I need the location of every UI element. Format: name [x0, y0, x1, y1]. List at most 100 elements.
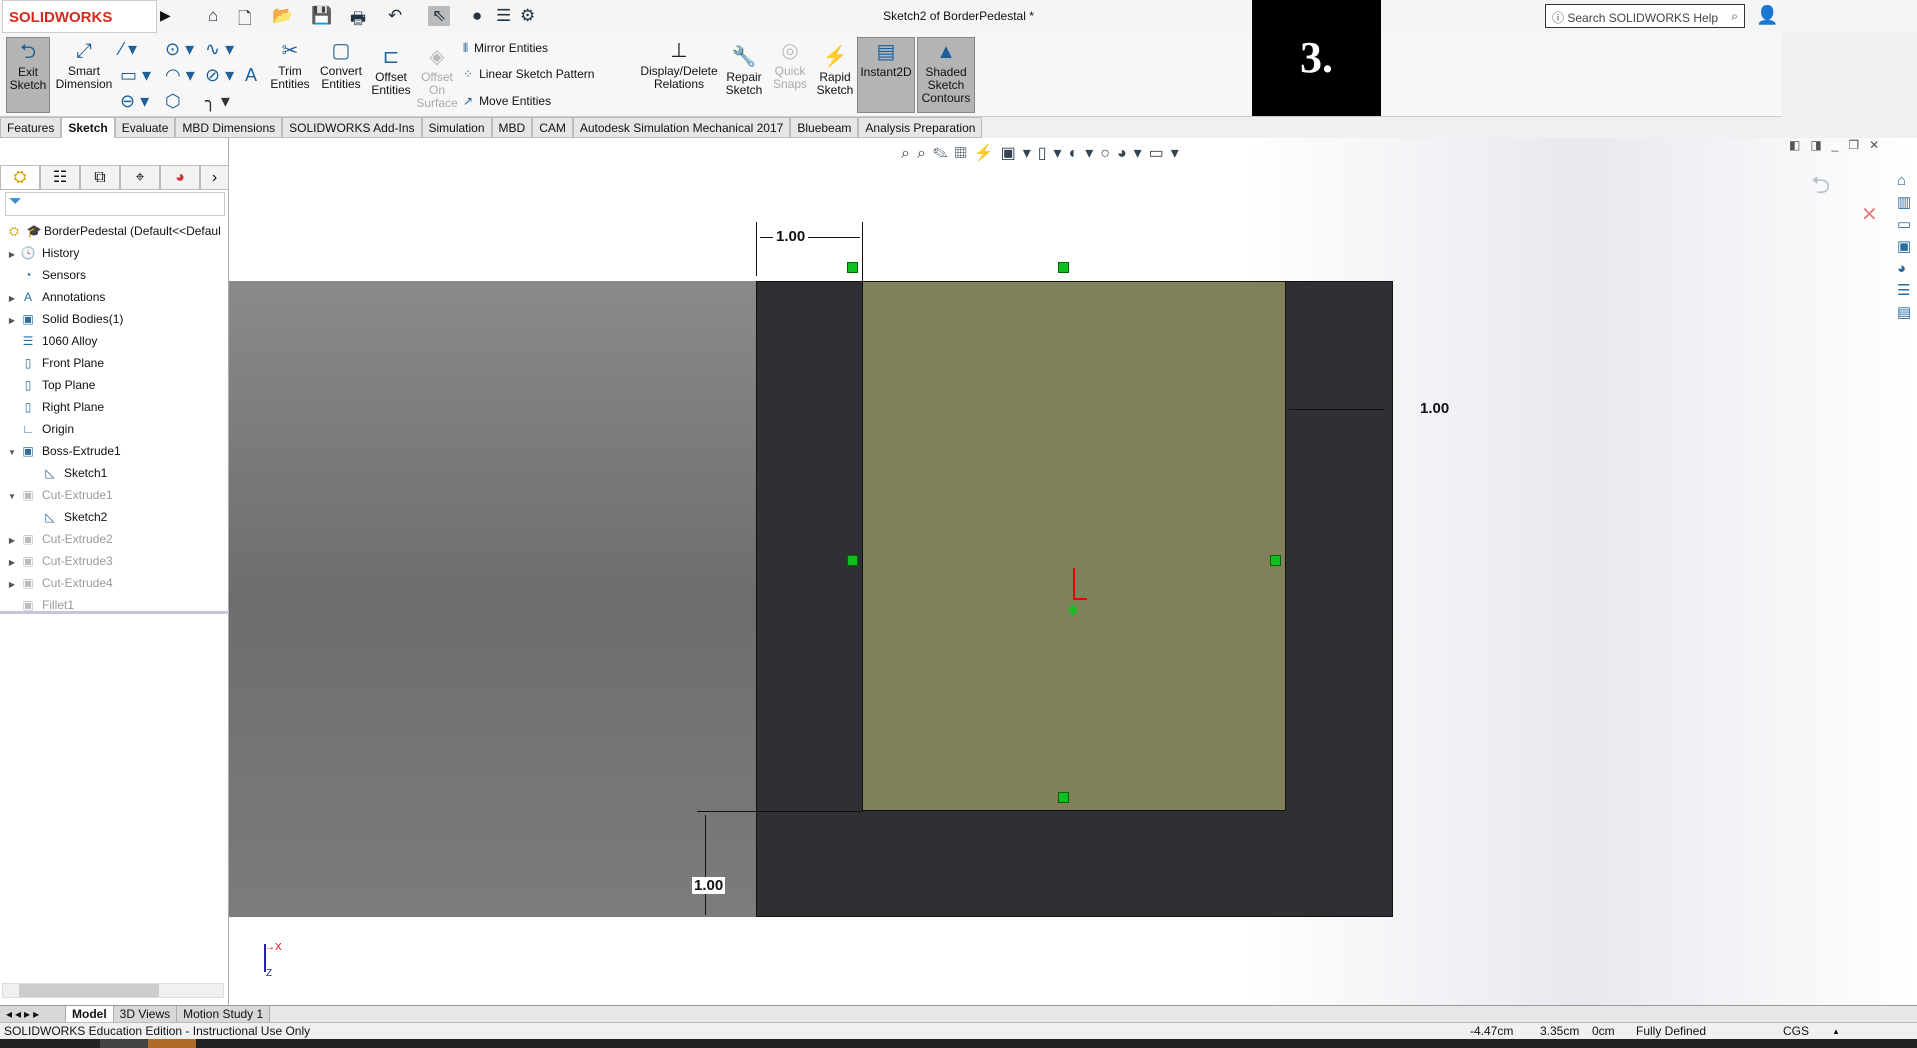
configuration-manager-tab-icon[interactable]: ⧉: [80, 165, 120, 190]
arc-icon[interactable]: ◠ ▾: [165, 65, 195, 86]
taskbar-item[interactable]: [100, 1039, 148, 1048]
instant2d-button[interactable]: ▤ Instant2D: [857, 37, 915, 113]
tab-bluebeam[interactable]: Bluebeam: [790, 117, 859, 138]
text-icon[interactable]: A: [245, 65, 257, 86]
user-icon[interactable]: 👤: [1756, 5, 1778, 26]
bottom-tab-model[interactable]: Model: [66, 1006, 114, 1022]
tree-item[interactable]: ▯ Top Plane: [6, 374, 96, 396]
polygon-icon[interactable]: ⬡: [165, 91, 181, 112]
smart-dimension-button[interactable]: ⤢ Smart Dimension: [55, 37, 113, 91]
property-manager-tab-icon[interactable]: ☷: [40, 165, 80, 190]
scroll-thumb[interactable]: [19, 984, 159, 997]
search-help-input[interactable]: ⓘ Search SOLIDWORKS Help ⌕: [1545, 4, 1745, 28]
circle-icon[interactable]: ⊙ ▾: [165, 39, 194, 60]
tab-features[interactable]: Features: [0, 117, 62, 138]
cancel-corner-icon[interactable]: ✕: [1861, 202, 1878, 227]
tree-item[interactable]: ▶ A Annotations: [6, 286, 105, 308]
horizontal-relation-icon[interactable]: [1058, 792, 1069, 803]
search-icon[interactable]: ⌕: [1731, 9, 1738, 24]
taskbar-item-solidworks[interactable]: [148, 1039, 196, 1048]
tab-solidworks-add-ins[interactable]: SOLIDWORKS Add-Ins: [282, 117, 422, 138]
tab-scroll-arrows[interactable]: ◂◂▸▸: [0, 1006, 66, 1022]
triad-z-label: Z: [266, 968, 273, 979]
repair-sketch-button[interactable]: 🔧 Repair Sketch: [722, 43, 766, 97]
offset-entities-button[interactable]: ⊏ Offset Entities: [368, 43, 414, 97]
window-controls[interactable]: ◧◨_❐✕: [1789, 138, 1889, 152]
expand-toggle-icon[interactable]: ▶: [6, 552, 18, 574]
unit-system-selector[interactable]: CGS: [1783, 1024, 1809, 1038]
tree-root[interactable]: ⛭ 🎓 BorderPedestal (Default<<Defaul: [4, 220, 221, 242]
tree-item[interactable]: ▼ ▣ Cut-Extrude1: [6, 484, 113, 506]
tree-item[interactable]: ▼ ▣ Boss-Extrude1: [6, 440, 121, 462]
appearance-tab-icon[interactable]: ◕: [160, 165, 200, 190]
tree-item[interactable]: ◺ Sketch2: [28, 506, 107, 528]
tab-evaluate[interactable]: Evaluate: [114, 117, 176, 138]
bottom-tab-motion-study-1[interactable]: Motion Study 1: [177, 1006, 271, 1022]
tab-mbd[interactable]: MBD: [491, 117, 533, 138]
dimension-right[interactable]: 1.00: [1420, 400, 1449, 417]
expand-toggle-icon[interactable]: ▶: [6, 310, 18, 332]
origin-icon[interactable]: ✱: [1067, 602, 1079, 619]
expand-toggle-icon[interactable]: ▶: [6, 244, 18, 266]
dimension-top[interactable]: 1.00: [773, 228, 809, 245]
ellipse-icon[interactable]: ⊘ ▾: [205, 65, 234, 86]
convert-entities-button[interactable]: ▢ Convert Entities: [316, 37, 366, 91]
expand-toggle-icon[interactable]: ▼: [6, 486, 18, 508]
expand-toggle-icon[interactable]: ▶: [6, 530, 18, 552]
tree-item[interactable]: ▶ ▣ Solid Bodies(1): [6, 308, 123, 330]
scroll-tabs-right-icon[interactable]: ›: [200, 165, 229, 190]
tab-sketch[interactable]: Sketch: [61, 117, 115, 138]
mirror-entities-button[interactable]: ⫴ Mirror Entities: [463, 41, 548, 56]
tree-item[interactable]: ▯ Right Plane: [6, 396, 104, 418]
vertical-relation-icon[interactable]: [1270, 555, 1281, 566]
tree-item[interactable]: ∟ Origin: [6, 418, 74, 440]
display-delete-relations-button[interactable]: ⊥ Display/Delete Relations: [640, 37, 718, 91]
tree-item[interactable]: ▶ ▣ Cut-Extrude4: [6, 572, 113, 594]
expand-toggle-icon[interactable]: ▼: [6, 442, 18, 464]
units-up-icon[interactable]: ▲: [1832, 1027, 1840, 1036]
line-icon[interactable]: ⁄ ▾: [120, 39, 137, 60]
task-pane-tabs[interactable]: ⌂ ▥ ▭ ▣ ◕ ☰ ▤: [1897, 170, 1917, 324]
slot-icon[interactable]: ⊖ ▾: [120, 91, 149, 112]
expand-toggle-icon[interactable]: ▶: [6, 574, 18, 596]
tab-simulation[interactable]: Simulation: [421, 117, 492, 138]
rapid-sketch-button[interactable]: ⚡ Rapid Sketch: [814, 43, 856, 97]
tab-autodesk-simulation-mechanical-2017[interactable]: Autodesk Simulation Mechanical 2017: [572, 117, 791, 138]
exit-sketch-button[interactable]: ⮌ Exit Sketch: [6, 37, 50, 113]
tree-item[interactable]: ▶ 🕓 History: [6, 242, 79, 264]
fillet-icon[interactable]: ╮ ▾: [205, 91, 230, 112]
shaded-sketch-contours-button[interactable]: ▲ Shaded Sketch Contours: [917, 37, 975, 113]
rectangle-icon[interactable]: ▭ ▾: [120, 65, 151, 86]
spline-icon[interactable]: ∿ ▾: [205, 39, 234, 60]
tree-item[interactable]: ☰ 1060 Alloy: [6, 330, 98, 352]
feature-manager-tab-icon[interactable]: ⛭: [0, 165, 40, 190]
tab-mbd-dimensions[interactable]: MBD Dimensions: [175, 117, 283, 138]
triad-x-axis: →X: [265, 942, 282, 953]
tab-analysis-preparation[interactable]: Analysis Preparation: [858, 117, 983, 138]
sketch-region[interactable]: [862, 281, 1286, 811]
coord-y: 3.35cm: [1540, 1024, 1580, 1038]
bottom-tab-3d-views[interactable]: 3D Views: [113, 1006, 178, 1022]
vertical-relation-icon[interactable]: [847, 555, 858, 566]
confirm-corner-icon[interactable]: ⮌: [1811, 168, 1830, 209]
expand-toggle-icon[interactable]: ▶: [6, 288, 18, 310]
quick-snaps-button[interactable]: ◎ Quick Snaps: [770, 37, 810, 91]
trim-entities-button[interactable]: ✂ Trim Entities: [268, 37, 312, 91]
tree-item[interactable]: ◺ Sketch1: [28, 462, 107, 484]
dimension-bottom[interactable]: 1.00: [692, 877, 726, 894]
tab-cam[interactable]: CAM: [532, 117, 573, 138]
linear-sketch-pattern-button[interactable]: ⁘ Linear Sketch Pattern: [463, 67, 594, 81]
tree-item[interactable]: ▯ Front Plane: [6, 352, 104, 374]
coincident-relation-icon[interactable]: [847, 262, 858, 273]
dimxpert-tab-icon[interactable]: ⌖: [120, 165, 160, 190]
tree-item[interactable]: ▶ ▣ Cut-Extrude2: [6, 528, 113, 550]
offset-on-surface-button[interactable]: ◈ Offset On Surface: [416, 43, 458, 110]
heads-up-view-toolbar[interactable]: ⌕⌕✎▦⚡▣▾▯▾◐▾○◕▾▭▾: [901, 143, 1186, 163]
horizontal-scrollbar[interactable]: [2, 983, 224, 998]
horizontal-relation-icon[interactable]: [1058, 262, 1069, 273]
rollback-bar[interactable]: [0, 611, 229, 614]
move-entities-button[interactable]: ↗ Move Entities: [463, 94, 551, 108]
tree-item[interactable]: ◔ Sensors: [6, 264, 86, 286]
filter-icon[interactable]: ⏷: [5, 192, 225, 216]
tree-item[interactable]: ▶ ▣ Cut-Extrude3: [6, 550, 113, 572]
